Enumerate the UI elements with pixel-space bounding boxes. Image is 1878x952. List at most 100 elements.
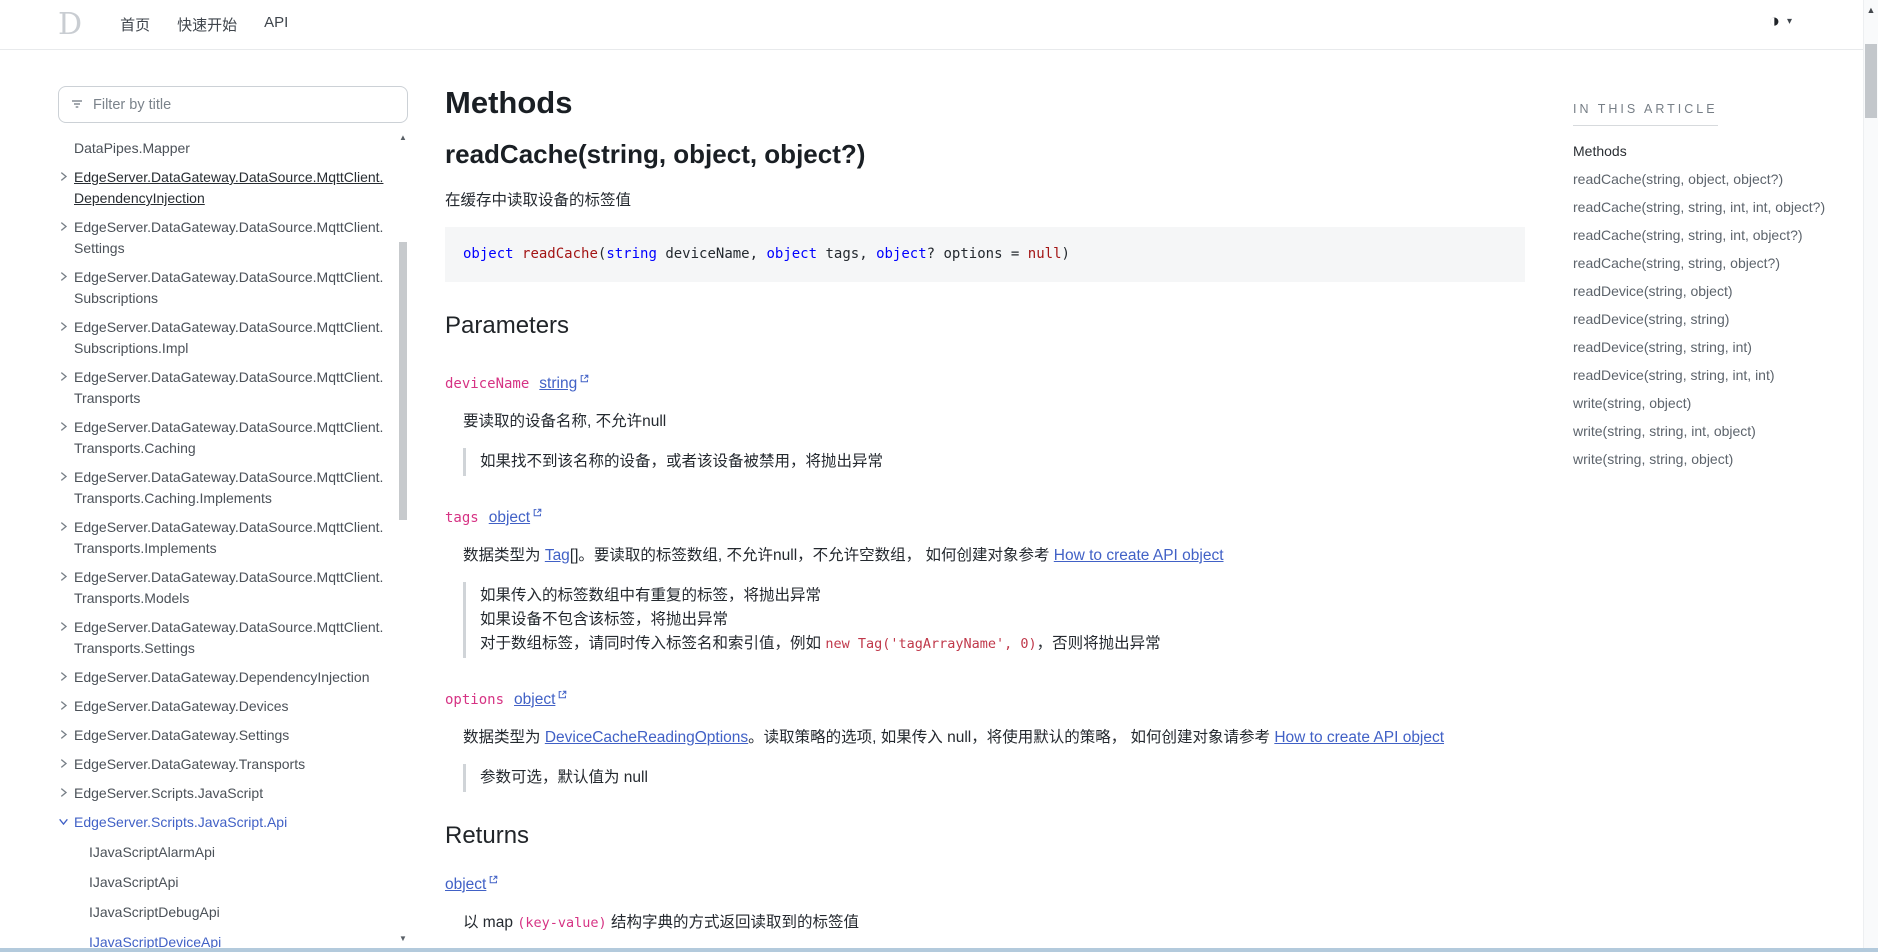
sidebar-item-label: EdgeServer.DataGateway.DataSource.MqttCl… <box>74 217 390 259</box>
in-this-article-link[interactable]: readDevice(string, string, int, int) <box>1573 365 1828 386</box>
sidebar-item[interactable]: EdgeServer.DataGateway.Transports <box>58 750 392 779</box>
code-token-plain: ) <box>1062 246 1070 262</box>
code-token-plain: tags, <box>817 246 876 262</box>
param-note: 如果找不到该名称的设备，或者该设备被禁用，将抛出异常 <box>463 448 1525 476</box>
filter-input[interactable] <box>58 86 408 123</box>
sidebar-item[interactable]: EdgeServer.Scripts.JavaScript.Api <box>58 808 392 837</box>
in-this-article-link[interactable]: readCache(string, string, object?) <box>1573 253 1828 274</box>
nav-item-quickstart[interactable]: 快速开始 <box>177 14 237 35</box>
in-this-article-link[interactable]: readDevice(string, string) <box>1573 309 1828 330</box>
sidebar-child-item[interactable]: IJavaScriptDebugApi <box>73 897 392 927</box>
article: Methods readCache(string, object, object… <box>445 68 1525 935</box>
chevron-right-icon[interactable] <box>58 617 74 659</box>
chevron-right-icon[interactable] <box>58 696 74 717</box>
sidebar-item-label: EdgeServer.DataGateway.DataSource.MqttCl… <box>74 367 390 409</box>
sidebar-child-item[interactable]: IJavaScriptAlarmApi <box>73 837 392 867</box>
external-link-icon <box>557 687 568 705</box>
code-token-keyword: object <box>876 246 927 262</box>
parameters-heading: Parameters <box>445 310 1525 342</box>
sidebar-item[interactable]: EdgeServer.DataGateway.DependencyInjecti… <box>58 663 392 692</box>
in-this-article-link[interactable]: readCache(string, string, int, int, obje… <box>1573 197 1828 218</box>
sidebar-item[interactable]: EdgeServer.Scripts.JavaScript <box>58 779 392 808</box>
site-logo[interactable]: D <box>58 10 82 40</box>
param-name: tags <box>445 510 479 526</box>
sidebar-item[interactable]: EdgeServer.DataGateway.DataSource.MqttCl… <box>58 613 392 663</box>
param-type-label: object <box>489 509 530 527</box>
chevron-right-icon[interactable] <box>58 567 74 609</box>
scroll-down-icon[interactable]: ▼ <box>397 934 409 943</box>
howto-create-api-object-link[interactable]: How to create API object <box>1274 729 1444 746</box>
toc-children: IJavaScriptAlarmApiIJavaScriptApi IJavaSc… <box>73 837 392 948</box>
chevron-right-icon[interactable] <box>58 167 74 209</box>
chevron-right-icon[interactable] <box>58 667 74 688</box>
sidebar-item-label: EdgeServer.DataGateway.Transports <box>74 754 390 775</box>
scroll-up-icon[interactable]: ▲ <box>1864 5 1878 15</box>
chevron-right-icon[interactable] <box>58 417 74 459</box>
sidebar-item[interactable]: EdgeServer.DataGateway.DataSource.MqttCl… <box>58 363 392 413</box>
sidebar-item-label: EdgeServer.DataGateway.DataSource.MqttCl… <box>74 167 390 209</box>
sidebar-scrollbar[interactable]: ▲ ▼ <box>397 133 409 945</box>
chevron-right-icon[interactable] <box>58 467 74 509</box>
tag-type-link[interactable]: Tag <box>545 547 570 564</box>
in-this-article-link[interactable]: write(string, object) <box>1573 393 1828 414</box>
scroll-up-icon[interactable]: ▲ <box>397 133 409 142</box>
in-this-article-link[interactable]: write(string, string, object) <box>1573 449 1828 470</box>
sidebar-item[interactable]: EdgeServer.DataGateway.DataSource.MqttCl… <box>58 163 392 213</box>
in-this-article-link[interactable]: write(string, string, int, object) <box>1573 421 1828 442</box>
howto-create-api-object-link[interactable]: How to create API object <box>1054 547 1224 564</box>
sidebar-item[interactable]: EdgeServer.DataGateway.DataSource.MqttCl… <box>58 413 392 463</box>
sidebar-item[interactable]: EdgeServer.DataGateway.DataSource.MqttCl… <box>58 213 392 263</box>
param-name: deviceName <box>445 376 529 392</box>
in-this-article-link[interactable]: readCache(string, object, object?) <box>1573 169 1828 190</box>
chevron-right-icon[interactable] <box>58 367 74 409</box>
sidebar-scrollbar-thumb[interactable] <box>399 242 407 520</box>
sidebar-item[interactable]: EdgeServer.DataGateway.Settings <box>58 721 392 750</box>
page-scrollbar-thumb[interactable] <box>1865 44 1877 118</box>
in-this-article-link[interactable]: readCache(string, string, int, object?) <box>1573 225 1828 246</box>
chevron-right-icon[interactable] <box>58 317 74 359</box>
code-token-keyword: string <box>606 246 657 262</box>
device-cache-reading-options-link[interactable]: DeviceCacheReadingOptions <box>545 729 748 746</box>
chevron-spacer <box>73 842 89 863</box>
in-this-article-link[interactable]: readDevice(string, string, int) <box>1573 337 1828 358</box>
note-text-pre: 对于数组标签，请同时传入标签名和索引值，例如 <box>480 635 825 652</box>
param-desc: 数据类型为 Tag[]。要读取的标签数组, 不允许null，不允许空数组， 如何… <box>463 544 1513 568</box>
page-scrollbar[interactable]: ▲ <box>1863 0 1878 952</box>
in-this-article: IN THIS ARTICLE MethodsreadCache(string,… <box>1573 100 1828 477</box>
sidebar-child-item[interactable]: IJavaScriptApi <box>73 867 392 897</box>
chevron-down-icon[interactable] <box>58 812 74 833</box>
chevron-right-icon[interactable] <box>58 217 74 259</box>
code-token-plain: deviceName, <box>657 246 767 262</box>
chevron-right-icon[interactable] <box>58 754 74 775</box>
param-type-link[interactable]: object <box>489 509 543 527</box>
chevron-right-icon[interactable] <box>58 267 74 309</box>
in-this-article-link[interactable]: readDevice(string, object) <box>1573 281 1828 302</box>
nav-item-api[interactable]: API <box>264 14 288 35</box>
chevron-right-icon[interactable] <box>58 783 74 804</box>
external-link-icon <box>532 505 543 523</box>
sidebar-item-label: EdgeServer.DataGateway.DataSource.MqttCl… <box>74 617 390 659</box>
sidebar-item[interactable]: DataPipes.Mapper <box>58 134 392 163</box>
param-type-link[interactable]: object <box>514 691 568 709</box>
in-this-article-link[interactable]: Methods <box>1573 141 1828 162</box>
sidebar-item[interactable]: EdgeServer.DataGateway.DataSource.MqttCl… <box>58 563 392 613</box>
sidebar-item-label: EdgeServer.Scripts.JavaScript <box>74 783 390 804</box>
caret-down-icon: ▾ <box>1787 16 1792 27</box>
sidebar-item-label: IJavaScriptDebugApi <box>89 902 392 923</box>
sidebar-item[interactable]: EdgeServer.DataGateway.Devices <box>58 692 392 721</box>
sidebar-item-label: EdgeServer.DataGateway.Settings <box>74 725 390 746</box>
return-type-link[interactable]: object <box>445 876 499 894</box>
chevron-right-icon[interactable] <box>58 517 74 559</box>
sidebar-item[interactable]: EdgeServer.DataGateway.DataSource.MqttCl… <box>58 313 392 363</box>
chevron-right-icon[interactable] <box>58 725 74 746</box>
sidebar-item[interactable]: EdgeServer.DataGateway.DataSource.MqttCl… <box>58 513 392 563</box>
filter-icon <box>70 97 84 116</box>
code-token-plain: ? options = <box>927 246 1028 262</box>
nav-item-home[interactable]: 首页 <box>120 14 150 35</box>
sidebar-item[interactable]: EdgeServer.DataGateway.DataSource.MqttCl… <box>58 263 392 313</box>
sidebar-child-item[interactable]: IJavaScriptDeviceApi <box>73 927 392 948</box>
sidebar-item[interactable]: EdgeServer.DataGateway.DataSource.MqttCl… <box>58 463 392 513</box>
param-note: 如果传入的标签数组中有重复的标签，将抛出异常 如果设备不包含该标签，将抛出异常 … <box>463 582 1525 658</box>
param-type-link[interactable]: string <box>539 375 590 393</box>
theme-toggle-button[interactable]: ◑ ▾ <box>1768 12 1792 31</box>
